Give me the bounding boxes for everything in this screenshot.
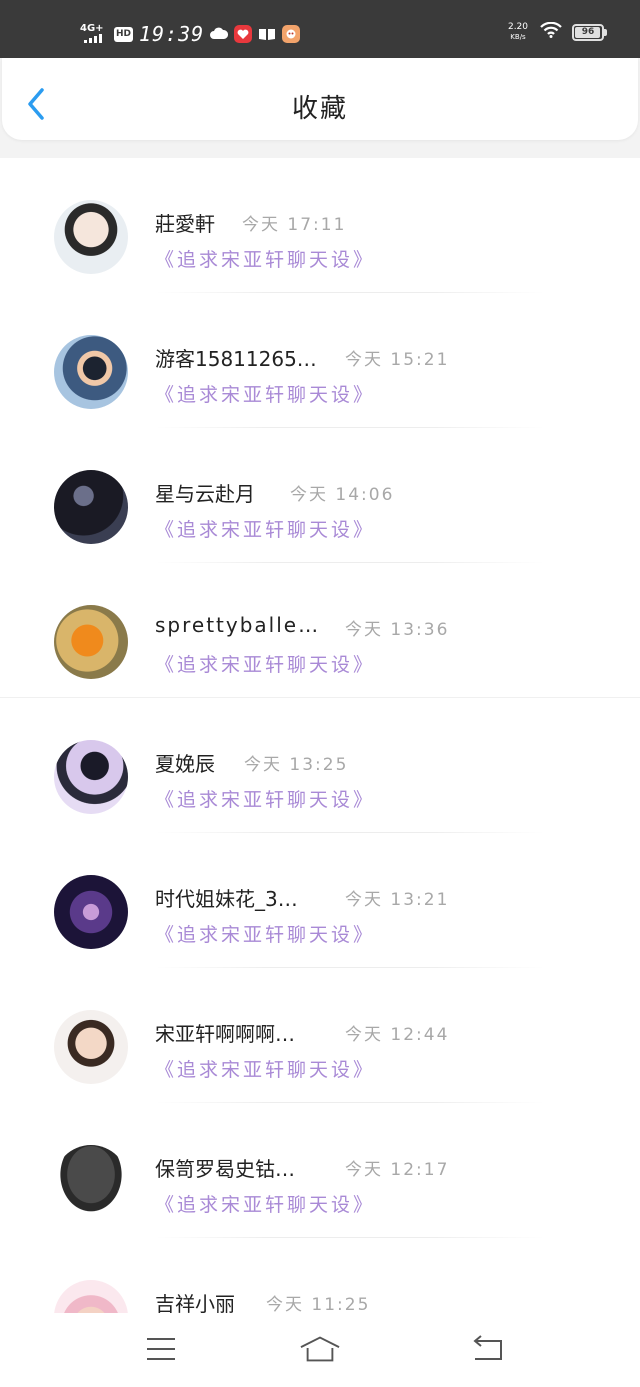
header: 收藏 — [2, 58, 638, 140]
avatar[interactable] — [54, 335, 128, 409]
item-title[interactable]: 《追求宋亚轩聊天设》 — [155, 920, 375, 947]
avatar[interactable] — [54, 470, 128, 544]
list-item[interactable]: 保笥罗曷史钴… 今天 12:17 《追求宋亚轩聊天设》 — [0, 1103, 640, 1238]
user-name: 夏娩辰 — [155, 752, 215, 776]
item-time: 今天 12:44 — [345, 1025, 450, 1045]
item-title[interactable]: 《追求宋亚轩聊天设》 — [155, 1055, 375, 1082]
battery-icon: 96 — [572, 23, 607, 41]
item-time: 今天 14:06 — [290, 485, 395, 505]
clock: 19:39 — [139, 22, 205, 46]
user-name: 星与云赴月 — [155, 482, 255, 506]
avatar[interactable] — [54, 1145, 128, 1219]
user-name: 吉祥小丽 — [155, 1292, 235, 1313]
avatar[interactable] — [54, 740, 128, 814]
list-item[interactable]: 吉祥小丽 今天 11:25 — [0, 1238, 640, 1313]
navigation-bar — [0, 1313, 640, 1387]
list-item[interactable]: 宋亚轩啊啊啊… 今天 12:44 《追求宋亚轩聊天设》 — [0, 968, 640, 1103]
game-app-icon — [282, 25, 301, 43]
user-name: 宋亚轩啊啊啊… — [155, 1022, 295, 1046]
avatar[interactable] — [54, 875, 128, 949]
battery-percent: 96 — [581, 26, 595, 37]
signal-icon: 4G+ — [80, 22, 108, 46]
item-time: 今天 15:21 — [345, 350, 450, 370]
item-time: 今天 17:11 — [242, 215, 347, 235]
list-item[interactable]: 星与云赴月 今天 14:06 《追求宋亚轩聊天设》 — [0, 428, 640, 563]
cloud-icon — [210, 25, 229, 43]
status-bar: 4G+ HD 19:39 2.20 KB/s 96 — [0, 0, 640, 58]
network-type: 4G+ — [80, 23, 104, 34]
list-item[interactable]: 游客15811265… 今天 15:21 《追求宋亚轩聊天设》 — [0, 293, 640, 428]
book-icon — [258, 25, 276, 43]
header-background: 收藏 — [0, 58, 640, 158]
item-time: 今天 13:36 — [345, 620, 450, 640]
list-item[interactable]: sprettyballe… 今天 13:36 《追求宋亚轩聊天设》 — [0, 563, 640, 698]
status-right: 2.20 KB/s 96 — [506, 21, 607, 42]
user-name: sprettyballe… — [155, 613, 321, 637]
home-button[interactable] — [300, 1331, 340, 1367]
system-back-button[interactable] — [468, 1331, 508, 1367]
menu-icon — [147, 1338, 175, 1360]
item-title[interactable]: 《追求宋亚轩聊天设》 — [155, 245, 375, 272]
item-time: 今天 13:21 — [345, 890, 450, 910]
user-name: 保笥罗曷史钴… — [155, 1157, 295, 1181]
page-title: 收藏 — [291, 94, 348, 124]
avatar[interactable] — [54, 1280, 128, 1313]
speed-value: 2.20 — [507, 22, 529, 32]
avatar[interactable] — [54, 605, 128, 679]
item-title[interactable]: 《追求宋亚轩聊天设》 — [155, 650, 375, 677]
user-name: 游客15811265… — [155, 347, 317, 371]
network-speed: 2.20 KB/s — [506, 22, 530, 42]
item-time: 今天 13:25 — [244, 755, 349, 775]
item-title[interactable]: 《追求宋亚轩聊天设》 — [155, 1190, 375, 1217]
list-item[interactable]: 时代姐妹花_3… 今天 13:21 《追求宋亚轩聊天设》 — [0, 833, 640, 968]
list-item[interactable]: 夏娩辰 今天 13:25 《追求宋亚轩聊天设》 — [0, 698, 640, 833]
wifi-icon — [540, 21, 562, 42]
item-time: 今天 11:25 — [266, 1295, 371, 1313]
status-left: 4G+ HD 19:39 — [80, 20, 301, 48]
menu-button[interactable] — [141, 1331, 181, 1367]
heart-app-icon — [234, 25, 253, 43]
item-title[interactable]: 《追求宋亚轩聊天设》 — [155, 785, 375, 812]
item-title[interactable]: 《追求宋亚轩聊天设》 — [155, 515, 375, 542]
user-name: 莊愛軒 — [155, 212, 215, 236]
hd-icon: HD — [114, 26, 134, 42]
favorites-list: 莊愛軒 今天 17:11 《追求宋亚轩聊天设》 游客15811265… 今天 1… — [0, 158, 640, 1313]
home-icon — [300, 1336, 340, 1362]
back-icon — [473, 1335, 502, 1360]
item-time: 今天 12:17 — [345, 1160, 450, 1180]
avatar[interactable] — [54, 200, 128, 274]
list-item[interactable]: 莊愛軒 今天 17:11 《追求宋亚轩聊天设》 — [0, 158, 640, 293]
avatar[interactable] — [54, 1010, 128, 1084]
speed-unit: KB/s — [510, 33, 526, 41]
item-title[interactable]: 《追求宋亚轩聊天设》 — [155, 380, 375, 407]
user-name: 时代姐妹花_3… — [155, 887, 298, 911]
